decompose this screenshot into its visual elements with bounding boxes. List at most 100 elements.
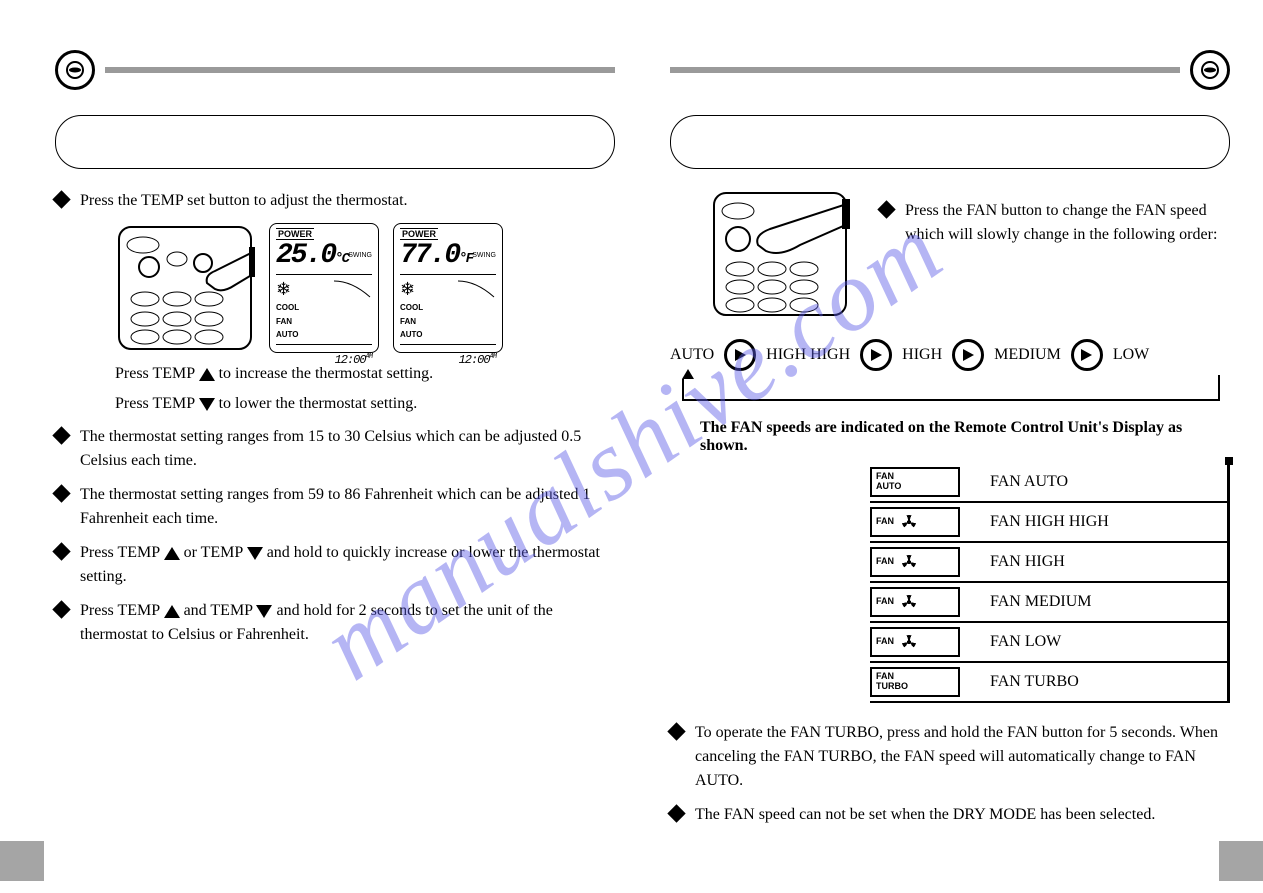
table-row: FAN FAN HIGH HIGH — [870, 503, 1227, 543]
intro-text: Press the TEMP set button to adjust the … — [80, 189, 615, 213]
remote-illustration — [710, 189, 850, 319]
bullet-quick-adjust: Press TEMP or TEMP and hold to quickly i… — [55, 541, 615, 589]
table-end-marker — [1225, 457, 1233, 465]
header-rule — [670, 67, 1180, 73]
lcd-fan: FAN — [276, 317, 292, 326]
arrow-right-icon — [1071, 339, 1103, 371]
fan-intro-row: Press the FAN button to change the FAN s… — [670, 189, 1230, 319]
fan-label: FAN LOW — [990, 633, 1061, 651]
lcd-clock: 12:00 — [459, 353, 490, 367]
fan-chip: FANTURBO — [870, 667, 960, 697]
header-rule — [105, 67, 615, 73]
lcd-temp: 25.0 — [276, 240, 335, 271]
diamond-icon — [52, 600, 70, 618]
bullet-celsius-range: The thermostat setting ranges from 15 to… — [55, 425, 615, 473]
flow-item: HIGH — [902, 346, 942, 364]
lcd-unit: °C — [335, 251, 348, 267]
triangle-down-icon — [199, 398, 215, 411]
text: The thermostat setting ranges from 59 to… — [80, 483, 615, 531]
diamond-icon — [52, 426, 70, 444]
text: Press the FAN button to change the FAN s… — [905, 199, 1230, 247]
diamond-icon — [877, 200, 895, 218]
lcd-unit: °F — [459, 251, 472, 267]
fan-chip: FAN — [870, 587, 960, 617]
chip-text: FAN — [876, 557, 894, 567]
text: To operate the FAN TURBO, press and hold… — [695, 721, 1230, 793]
lcd-fan: FAN — [400, 317, 416, 326]
text: Press TEMP — [80, 544, 164, 561]
diamond-icon — [667, 722, 685, 740]
flow-item: AUTO — [670, 346, 714, 364]
arrow-right-icon — [724, 339, 756, 371]
diamond-icon — [667, 804, 685, 822]
arrow-right-icon — [952, 339, 984, 371]
diamond-icon — [52, 190, 70, 208]
text: to lower the thermostat setting. — [219, 395, 418, 412]
bullet-unit-switch: Press TEMP and TEMP and hold for 2 secon… — [55, 599, 615, 647]
fan-chip: FAN — [870, 507, 960, 537]
temp-decrease-line: Press TEMP to lower the thermostat setti… — [115, 395, 615, 413]
section-title-box — [55, 115, 615, 169]
triangle-down-icon — [256, 605, 272, 618]
remote-illustration — [115, 223, 255, 353]
text: Press TEMP or TEMP and hold to quickly i… — [80, 541, 615, 589]
fan-chip: FAN — [870, 627, 960, 657]
page-right: Press the FAN button to change the FAN s… — [670, 50, 1230, 837]
snowflake-icon: ❄ — [400, 280, 415, 298]
lcd-fahrenheit: POWER 77.0°FSWING ❄ COOL FAN AUTO 12:00A… — [393, 223, 503, 353]
section-title-box — [670, 115, 1230, 169]
triangle-up-icon — [164, 605, 180, 618]
chip-text: FAN — [876, 637, 894, 647]
lcd-temp: 77.0 — [400, 240, 459, 271]
page-left: Press the TEMP set button to adjust the … — [55, 50, 615, 657]
fan-chip: FANAUTO — [870, 467, 960, 497]
lcd-mode: COOL — [400, 303, 423, 312]
text: and TEMP — [180, 602, 257, 619]
table-row: FAN FAN HIGH — [870, 543, 1227, 583]
bullet-fan-turbo: To operate the FAN TURBO, press and hold… — [670, 721, 1230, 793]
text: The thermostat setting ranges from 15 to… — [80, 425, 615, 473]
fan-blade-icon — [902, 515, 916, 529]
fan-blade-icon — [902, 635, 916, 649]
lcd-celsius: POWER 25.0°CSWING ❄ COOL FAN AUTO 12:00A… — [269, 223, 379, 353]
bullet-fahrenheit-range: The thermostat setting ranges from 59 to… — [55, 483, 615, 531]
flow-item: MEDIUM — [994, 346, 1061, 364]
lcd-mode: COOL — [276, 303, 299, 312]
fan-label: FAN AUTO — [990, 473, 1068, 491]
snowflake-icon: ❄ — [276, 280, 291, 298]
table-row: FAN FAN MEDIUM — [870, 583, 1227, 623]
bullet-fan-intro: Press the FAN button to change the FAN s… — [880, 199, 1230, 247]
flow-loop — [682, 379, 1220, 401]
fan-blade-icon — [902, 555, 916, 569]
lcd-ampm: AM — [490, 353, 496, 361]
fan-blade-icon — [902, 595, 916, 609]
diamond-icon — [52, 484, 70, 502]
chip-text: FAN — [876, 517, 894, 527]
lcd-swing: SWING — [348, 252, 372, 259]
remote-figure: POWER 25.0°CSWING ❄ COOL FAN AUTO 12:00A… — [115, 223, 615, 353]
table-row: FANTURBO FAN TURBO — [870, 663, 1227, 703]
fan-flow: AUTO HIGH HIGH HIGH MEDIUM LOW — [670, 339, 1230, 371]
lcd-auto: AUTO — [276, 330, 299, 339]
fan-subheading: The FAN speeds are indicated on the Remo… — [700, 419, 1230, 455]
fan-chip: FAN — [870, 547, 960, 577]
text: Press TEMP — [115, 395, 195, 412]
fan-speed-table: FANAUTO FAN AUTO FAN FAN HIGH HIGH FAN F… — [870, 463, 1230, 703]
diamond-icon — [52, 542, 70, 560]
table-row: FANAUTO FAN AUTO — [870, 463, 1227, 503]
arrow-right-icon — [860, 339, 892, 371]
lcd-ampm: AM — [366, 353, 372, 361]
triangle-up-icon — [199, 368, 215, 381]
fan-label: FAN TURBO — [990, 673, 1079, 691]
lcd-auto: AUTO — [400, 330, 423, 339]
flow-item: LOW — [1113, 346, 1149, 364]
page-header-right — [670, 50, 1230, 90]
chip-text: AUTO — [876, 482, 901, 492]
page-tab-right — [1219, 841, 1263, 881]
chip-text: FAN — [876, 597, 894, 607]
fan-label: FAN MEDIUM — [990, 593, 1091, 611]
header-logo-icon — [55, 50, 95, 90]
chip-text: TURBO — [876, 682, 908, 692]
text: to increase the thermostat setting. — [219, 365, 434, 382]
bullet-dry-mode: The FAN speed can not be set when the DR… — [670, 803, 1230, 827]
